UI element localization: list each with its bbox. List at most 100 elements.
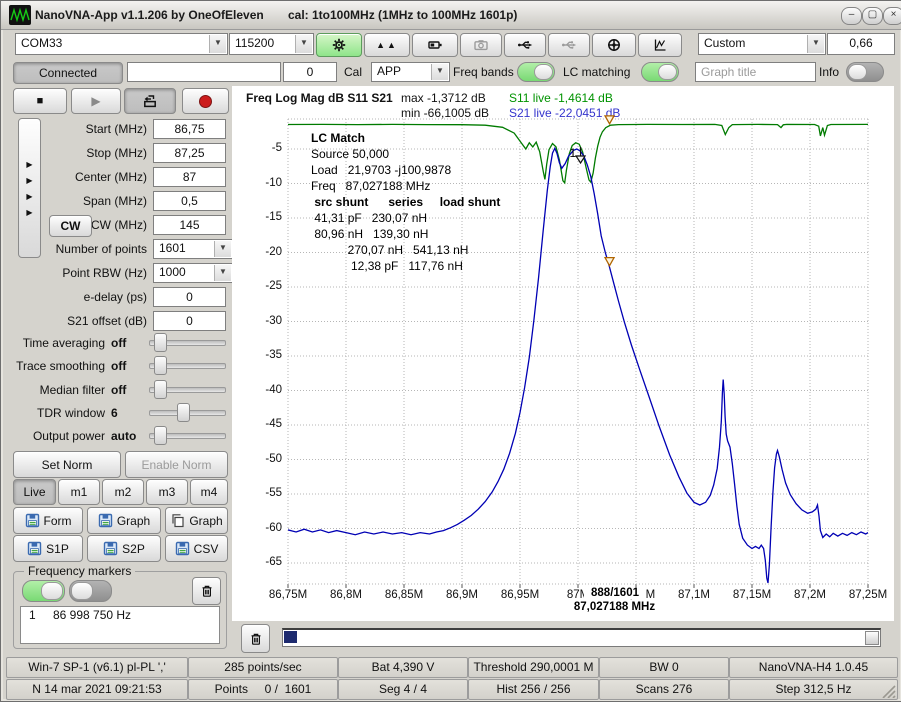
scrollbar-end-button[interactable] (865, 631, 879, 645)
save-s2p-button-4[interactable]: S2P (87, 535, 161, 562)
chevron-down-icon[interactable]: ▼ (807, 35, 824, 53)
field-select-6[interactable]: 1000▼ (153, 263, 233, 283)
marker-list[interactable]: 186 998 750 Hz (20, 606, 220, 644)
field-input-7[interactable]: 0 (153, 287, 226, 307)
copy-icon (170, 513, 185, 528)
save-graph-button-1[interactable]: Graph (87, 507, 161, 534)
field-input-3[interactable]: 0,5 (153, 191, 226, 211)
markers-toggle-1[interactable] (22, 580, 65, 602)
memory-button-live[interactable]: Live (13, 479, 56, 505)
field-select-5[interactable]: 1601▼ (153, 239, 233, 259)
slider-thumb[interactable] (154, 356, 167, 375)
graph-title-input[interactable]: Graph title (695, 62, 816, 82)
maximize-button[interactable]: ▢ (862, 7, 883, 25)
close-button[interactable]: × (883, 7, 901, 25)
target-button[interactable] (592, 33, 636, 57)
memory-button-m2[interactable]: m2 (102, 479, 144, 505)
memory-button-m4[interactable]: m4 (190, 479, 228, 505)
graph-button[interactable] (638, 33, 682, 57)
slider-thumb[interactable] (177, 403, 190, 422)
status-cell-r1c5: BW 0 (599, 657, 729, 678)
markers-toggle-2[interactable] (69, 580, 112, 602)
status-cell-r1c4: Threshold 290,0001 M (468, 657, 599, 678)
up-arrows-button[interactable]: ▲▲ (364, 33, 410, 57)
slider-label-4: Output power (1, 429, 105, 443)
chevron-down-icon[interactable]: ▼ (214, 241, 231, 257)
usb-button[interactable] (504, 33, 546, 57)
info-toggle[interactable] (846, 62, 884, 82)
x-tick-label-8: 87,15M (728, 589, 776, 601)
usb-2-button[interactable] (548, 33, 590, 57)
record-button[interactable] (182, 88, 229, 114)
slider-2[interactable] (149, 380, 226, 397)
slider-value-1: off (111, 359, 126, 373)
battery-button[interactable] (412, 33, 458, 57)
lc-matching-toggle[interactable] (641, 62, 679, 82)
field-input-1[interactable]: 87,25 (153, 143, 226, 163)
field-input-8[interactable]: 0 (153, 311, 226, 331)
x-tick-label-9: 87,2M (786, 589, 834, 601)
delete-markers-button[interactable] (192, 577, 221, 605)
scrollbar-thumb[interactable] (284, 631, 297, 643)
scale-value-input[interactable]: 0,66 (827, 33, 895, 55)
freq-bands-toggle[interactable] (517, 62, 555, 82)
chevron-down-icon[interactable]: ▼ (431, 64, 448, 80)
status-cell-r2c3: Seg 4 / 4 (338, 679, 468, 700)
y-tick-label-4: -25 (246, 280, 282, 292)
stop-button[interactable]: ■ (13, 88, 67, 114)
field-input-4[interactable]: 145 (153, 215, 226, 235)
x-tick-label-7: 87,1M (670, 589, 718, 601)
y-tick-label-9: -50 (246, 453, 282, 465)
lc-match-line-0: LC Match (311, 130, 500, 146)
field-input-0[interactable]: 86,75 (153, 119, 226, 139)
save-form-button-0[interactable]: Form (13, 507, 83, 534)
slider-thumb[interactable] (154, 380, 167, 399)
cw-button[interactable]: CW (49, 215, 92, 237)
cal-mode-select[interactable]: APP▼ (371, 62, 450, 82)
lc-match-line-4: src shunt series load shunt (311, 194, 500, 210)
baud-rate-select[interactable]: 115200▼ (229, 33, 314, 55)
marker-list-item[interactable]: 186 998 750 Hz (21, 607, 219, 624)
memory-button-m1[interactable]: m1 (58, 479, 100, 505)
slider-thumb[interactable] (154, 426, 167, 445)
frequency-markers-title: Frequency markers (24, 564, 135, 578)
clear-graph-button[interactable] (241, 624, 270, 653)
set-norm-button[interactable]: Set Norm (13, 451, 121, 478)
side-expander-strip[interactable]: ▶ ▶ ▶ ▶ (18, 118, 41, 258)
slider-thumb[interactable] (154, 333, 167, 352)
y-tick-label-11: -60 (246, 522, 282, 534)
capture-profile-select[interactable]: Custom▼ (698, 33, 826, 55)
minimize-button[interactable]: – (841, 7, 862, 25)
window-cal-text: cal: 1to100MHz (1MHz to 100MHz 1601p) (288, 8, 517, 22)
lc-match-readout: LC MatchSource 50,000Load 21,9703 -j100,… (311, 130, 500, 274)
chevron-down-icon[interactable]: ▼ (214, 265, 231, 281)
live-freq-label: 87,027188 MHz (562, 601, 667, 613)
slider-1[interactable] (149, 356, 226, 373)
slider-4[interactable] (149, 426, 226, 443)
graph-panel: Freq Log Mag dB S11 S21 max -1,3712 dB m… (232, 86, 894, 621)
field-input-2[interactable]: 87 (153, 167, 226, 187)
gear-button[interactable] (316, 33, 362, 57)
message-input[interactable] (127, 62, 281, 82)
import-sweep-button[interactable] (124, 88, 176, 114)
y-tick-label-2: -15 (246, 211, 282, 223)
play-button[interactable]: ▶ (71, 88, 121, 114)
slider-label-0: Time averaging (1, 336, 105, 350)
com-port-select[interactable]: COM33▼ (15, 33, 228, 55)
connected-button[interactable]: Connected (13, 62, 123, 84)
chevron-down-icon[interactable]: ▼ (295, 35, 312, 53)
floppy-icon (103, 541, 118, 556)
slider-0[interactable] (149, 333, 226, 350)
camera-button[interactable] (460, 33, 502, 57)
info-label: Info (819, 65, 839, 79)
save-graph-button-2[interactable]: Graph (165, 507, 228, 534)
save-csv-button-5[interactable]: CSV (165, 535, 228, 562)
enable-norm-button[interactable]: Enable Norm (125, 451, 228, 478)
counter-input[interactable]: 0 (283, 62, 337, 82)
save-s1p-button-3[interactable]: S1P (13, 535, 83, 562)
resize-grip-icon[interactable] (881, 684, 898, 698)
slider-3[interactable] (149, 403, 226, 420)
memory-button-m3[interactable]: m3 (146, 479, 188, 505)
graph-scrollbar[interactable] (282, 628, 881, 647)
chevron-down-icon[interactable]: ▼ (209, 35, 226, 53)
